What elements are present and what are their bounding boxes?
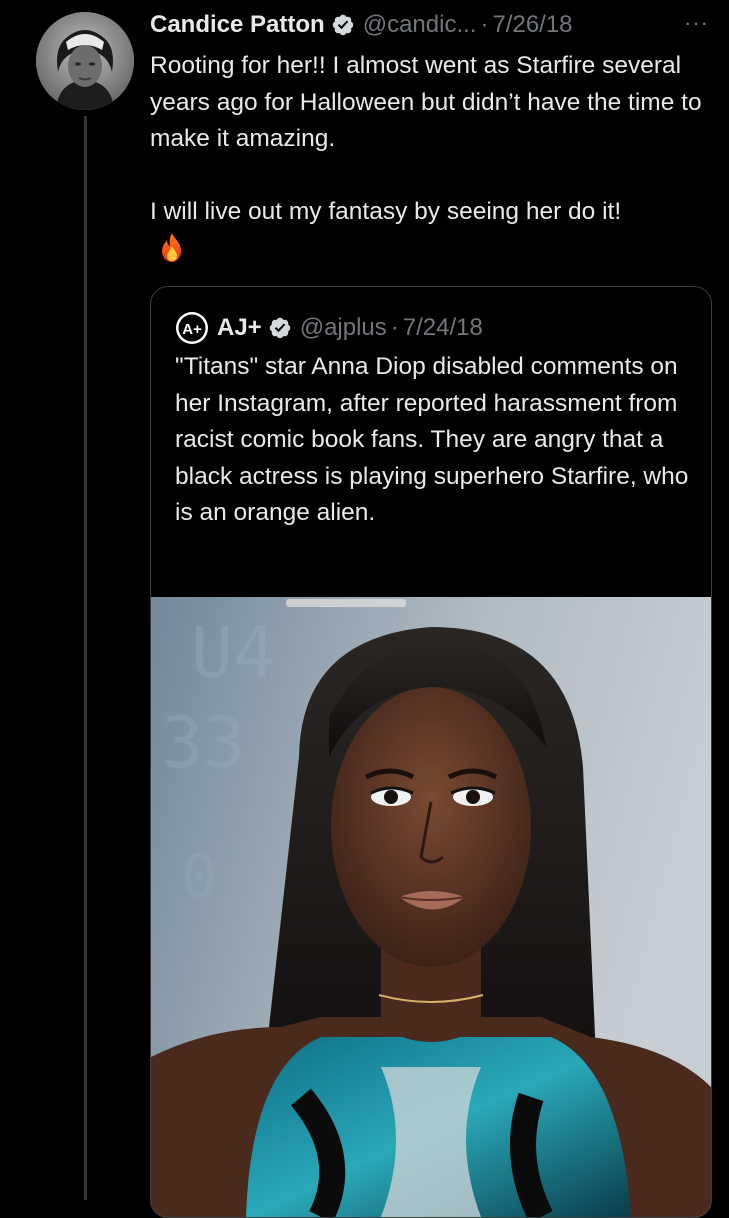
quoted-author-name[interactable]: AJ+ (217, 314, 262, 342)
tweet-date[interactable]: 7/26/18 (492, 11, 572, 39)
quoted-tweet-card[interactable]: A+ AJ+ @ajplus · 7/24/18 "Titans" star A… (150, 286, 712, 1218)
verified-badge-icon (332, 14, 353, 36)
fire-emoji-icon (162, 232, 181, 262)
quoted-tweet-photo[interactable]: U4 33 0 (151, 597, 711, 1217)
thread-connector-line (84, 116, 87, 1200)
svg-text:33: 33 (161, 702, 245, 784)
svg-text:0: 0 (181, 842, 217, 912)
avatar-image (36, 12, 134, 110)
author-avatar[interactable] (36, 12, 134, 110)
ajplus-avatar[interactable]: A+ (175, 311, 209, 345)
quoted-tweet-date[interactable]: 7/24/18 (403, 314, 483, 342)
author-name[interactable]: Candice Patton (150, 11, 325, 39)
svg-text:U4: U4 (191, 612, 275, 694)
quoted-tweet-header: A+ AJ+ @ajplus · 7/24/18 (175, 309, 483, 347)
quoted-header-separator: · (390, 314, 399, 341)
tweet-text: Rooting for her!! I almost went as Starf… (150, 48, 715, 264)
tweet-header: Candice Patton @candic... · 7/26/18 ··· (150, 8, 713, 42)
more-options-icon[interactable]: ··· (684, 10, 709, 36)
svg-text:A+: A+ (182, 321, 202, 338)
author-handle[interactable]: @candic... (363, 11, 477, 39)
tweet-text-paragraph: Rooting for her!! I almost went as Starf… (150, 52, 702, 152)
tweet-text-paragraph: I will live out my fantasy by seeing her… (150, 198, 622, 225)
header-separator: · (480, 11, 489, 38)
quoted-tweet-text: "Titans" star Anna Diop disabled comment… (175, 353, 689, 526)
quoted-author-handle[interactable]: @ajplus (300, 314, 387, 342)
verified-badge-icon (269, 317, 290, 339)
